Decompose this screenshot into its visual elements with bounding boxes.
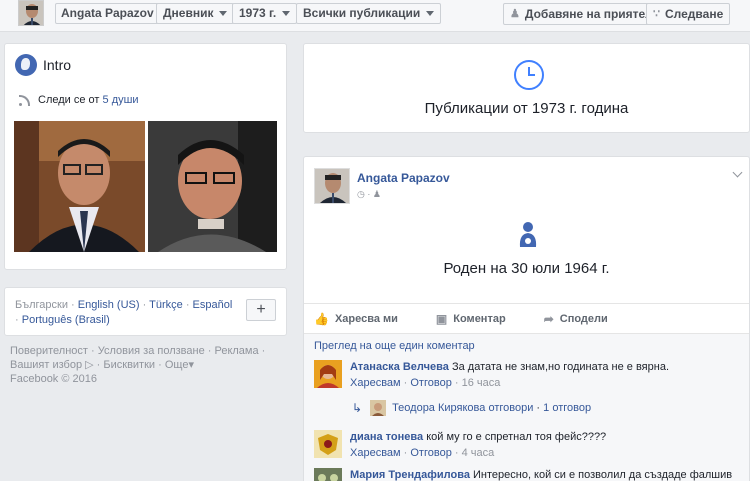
- language-link[interactable]: English (US): [78, 299, 140, 311]
- globe-icon: [15, 54, 37, 76]
- comment-like-link[interactable]: Харесвам: [350, 447, 401, 459]
- post-author-name[interactable]: Angata Papazov: [357, 171, 450, 185]
- ad-choices-icon: ▷: [85, 359, 94, 371]
- languages-card: Български · English (US) · Türkçe · Espa…: [4, 287, 287, 336]
- like-button[interactable]: 👍 Харесва ми: [314, 312, 398, 326]
- comments-section: Преглед на още един коментар Атанаска Ве…: [304, 333, 749, 481]
- commenter-avatar[interactable]: [314, 360, 342, 388]
- year-dropdown[interactable]: 1973 г.: [232, 3, 298, 24]
- clock-icon: ◷: [357, 189, 365, 199]
- intro-header: Intro: [15, 54, 71, 76]
- follow-label: Следване: [665, 7, 724, 21]
- intro-photo-1[interactable]: [14, 121, 145, 252]
- profile-avatar[interactable]: [18, 0, 44, 26]
- comment-time: 4 часа: [461, 447, 495, 459]
- commenter-name[interactable]: Мария Трендафилова: [350, 469, 470, 481]
- comment-text: За датата не знам,но годината не е вярна…: [451, 361, 670, 373]
- language-link[interactable]: Türkçe: [149, 299, 183, 311]
- reply-arrow-icon: ↳: [352, 401, 363, 415]
- profile-name-label: Angata Papazov: [61, 6, 154, 20]
- chevron-down-icon: [219, 11, 228, 16]
- share-button[interactable]: ➦ Сподели: [544, 312, 608, 326]
- add-friend-icon: ♟: [510, 8, 520, 20]
- year-header-card: Публикации от 1973 г. година: [303, 43, 750, 133]
- rss-icon: [19, 94, 30, 106]
- intro-card: Intro Следи се от 5 души: [4, 43, 287, 270]
- rss-icon: ∵: [653, 8, 660, 20]
- caret-down-icon: ▾: [188, 359, 194, 371]
- year-label: 1973 г.: [239, 6, 277, 20]
- chevron-down-icon: [426, 11, 435, 16]
- cookies-link[interactable]: Бисквитки: [103, 359, 155, 371]
- post-meta: ◷ · ♟: [357, 189, 381, 199]
- followers-prefix: Следи се от: [38, 94, 100, 106]
- intro-photo-2[interactable]: [148, 121, 277, 252]
- current-language: Български: [15, 299, 68, 311]
- reply-avatar: [370, 400, 387, 416]
- reply-author[interactable]: Теодора Кирякова: [392, 402, 485, 414]
- commenter-name[interactable]: диана тонева: [350, 431, 423, 443]
- life-event-post: Angata Papazov ◷ · ♟ Роден на 30 юли 196…: [303, 156, 750, 481]
- thumbs-up-icon: 👍: [314, 311, 329, 326]
- more-link[interactable]: Още: [165, 359, 189, 371]
- filter-label: Всички публикации: [303, 6, 421, 20]
- comment-icon: ▣: [435, 311, 448, 326]
- chevron-down-icon[interactable]: [732, 167, 743, 178]
- like-label: Харесва ми: [334, 312, 398, 325]
- comment-reply-link[interactable]: Отговор: [410, 377, 451, 389]
- view-more-comments-link[interactable]: Преглед на още един коментар: [314, 340, 475, 352]
- profile-name-button[interactable]: Angata Papazov: [55, 3, 160, 24]
- terms-link[interactable]: Условия за ползване: [98, 345, 205, 357]
- post-author-avatar[interactable]: [314, 168, 350, 204]
- comment-like-link[interactable]: Харесвам: [350, 377, 401, 389]
- copyright: Facebook © 2016: [10, 373, 97, 385]
- filter-dropdown[interactable]: Всички публикации: [296, 3, 442, 24]
- language-link[interactable]: Español: [193, 299, 233, 311]
- reply-count[interactable]: 1 отговор: [543, 402, 591, 414]
- comment-text: кой му го е спретнал тоя фейс????: [426, 431, 607, 443]
- share-label: Сподели: [559, 312, 608, 325]
- comment-reply-link[interactable]: Отговор: [410, 447, 451, 459]
- followers-count-link[interactable]: 5 души: [103, 94, 139, 106]
- diary-dropdown[interactable]: Дневник: [156, 3, 235, 24]
- commenter-avatar[interactable]: [314, 430, 342, 458]
- add-friend-button[interactable]: ♟ Добавяне на приятел: [503, 3, 660, 25]
- ads-link[interactable]: Реклама: [214, 345, 258, 357]
- add-friend-label: Добавяне на приятел: [524, 7, 653, 21]
- footer-links: Поверителност · Условия за ползване · Ре…: [10, 345, 266, 385]
- intro-title: Intro: [43, 57, 72, 73]
- add-language-button[interactable]: +: [246, 299, 276, 321]
- ad-choices-link[interactable]: Вашият избор: [10, 359, 82, 371]
- life-event-title: Роден на 30 юли 1964 г.: [443, 260, 610, 277]
- followers-row: Следи се от 5 души: [19, 94, 139, 106]
- share-icon: ➦: [543, 311, 554, 326]
- languages-list: Български · English (US) · Türkçe · Espa…: [15, 299, 233, 326]
- comment-time: 16 часа: [461, 377, 501, 389]
- comment-label: Коментар: [453, 312, 506, 325]
- reply-action: отговори: [488, 402, 534, 414]
- follow-button[interactable]: ∵ Следване: [646, 3, 731, 25]
- baby-icon: [517, 221, 539, 249]
- language-link[interactable]: Português (Brasil): [22, 314, 110, 326]
- reply-summary[interactable]: ↳ Теодора Кирякова отговори · 1 отговор: [352, 400, 591, 416]
- year-title: Публикации от 1973 г. година: [424, 100, 629, 117]
- diary-label: Дневник: [163, 6, 214, 20]
- profile-navbar: Angata Papazov Дневник 1973 г. Всички пу…: [0, 0, 750, 32]
- friends-icon: ♟: [372, 189, 381, 199]
- chevron-down-icon: [282, 11, 291, 16]
- clock-icon: [514, 60, 544, 90]
- post-actions: 👍 Харесва ми ▣ Коментар ➦ Сподели: [304, 303, 749, 333]
- commenter-name[interactable]: Атанаска Велчева: [350, 361, 449, 373]
- comment-button[interactable]: ▣ Коментар: [436, 312, 506, 326]
- commenter-avatar[interactable]: [314, 468, 342, 481]
- comment-text: Интересно, кой си е позволил да създаде …: [473, 469, 733, 481]
- privacy-link[interactable]: Поверителност: [10, 345, 88, 357]
